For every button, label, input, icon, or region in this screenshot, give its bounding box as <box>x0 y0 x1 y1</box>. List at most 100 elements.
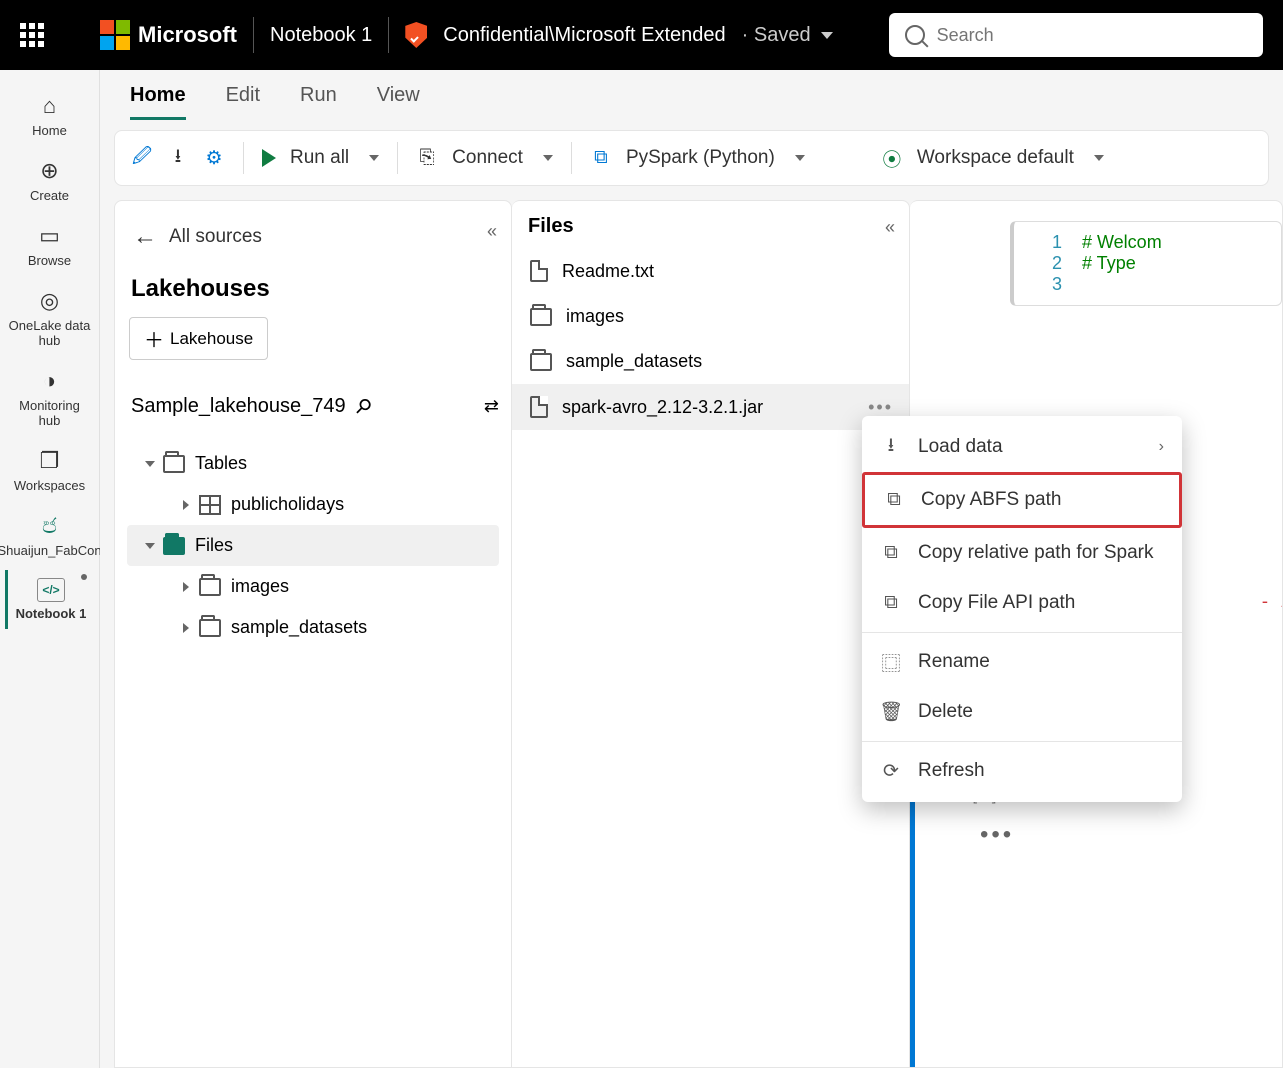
rail-home[interactable]: ⌂Home <box>5 85 95 146</box>
notebook-name[interactable]: Notebook 1 <box>270 24 372 47</box>
ctx-label: Copy File API path <box>918 592 1075 614</box>
tree-files[interactable]: Files <box>127 525 499 566</box>
file-row[interactable]: images <box>512 294 909 339</box>
lakehouse-name: Sample_lakehouse_749 <box>131 395 346 418</box>
code-cell[interactable]: 1# Welcom 2# Type 3 <box>1010 221 1282 306</box>
ctx-label: Refresh <box>918 760 985 782</box>
connect-button[interactable]: ⎘ Connect <box>416 147 553 169</box>
cell-more-icon[interactable]: ••• <box>980 821 1014 849</box>
chevron-icon <box>183 623 189 633</box>
env-icon: ⦿ <box>881 147 903 169</box>
language-label: PySpark (Python) <box>626 147 775 169</box>
toolbar: 🖉 ⭳ ⚙ Run all ⎘ Connect ⧉ PySpark (Pytho… <box>114 130 1269 186</box>
shield-icon <box>405 22 427 48</box>
add-lh-label: Lakehouse <box>170 329 253 349</box>
language-selector[interactable]: ⧉ PySpark (Python) <box>590 147 805 169</box>
tree-folder-item[interactable]: sample_datasets <box>127 607 499 648</box>
file-row[interactable]: Readme.txt <box>512 248 909 294</box>
rail-label: Browse <box>28 253 71 268</box>
tab-run[interactable]: Run <box>300 84 337 120</box>
code-line: # Type <box>1082 253 1141 273</box>
tree-label: Files <box>195 535 233 556</box>
confidentiality-label[interactable]: Confidential\Microsoft Extended <box>443 24 725 47</box>
chevron-down-icon <box>795 155 805 161</box>
ctx-copy-abfs[interactable]: ⧉ Copy ABFS path <box>862 472 1182 528</box>
unsaved-dot-icon <box>81 574 87 580</box>
plus-circle-icon: ⊕ <box>37 158 63 184</box>
play-icon <box>262 149 276 167</box>
save-status[interactable]: · Saved <box>742 24 833 47</box>
code-fragment: - A <box>1259 591 1283 612</box>
app-header: Microsoft Notebook 1 Confidential\Micros… <box>0 0 1283 70</box>
search-input[interactable] <box>937 25 1247 46</box>
file-icon <box>530 396 548 418</box>
folder-icon <box>163 455 185 473</box>
back-label: All sources <box>169 226 262 248</box>
rail-browse[interactable]: ▭Browse <box>5 215 95 276</box>
collapse-icon[interactable]: « <box>885 217 895 238</box>
lakehouse-name-row[interactable]: Sample_lakehouse_749 ⚲ ⇄ <box>131 394 499 419</box>
download-icon[interactable]: ⭳ <box>167 147 189 169</box>
tab-view[interactable]: View <box>377 84 420 120</box>
divider <box>397 142 398 174</box>
divider <box>571 142 572 174</box>
tab-edit[interactable]: Edit <box>226 84 260 120</box>
rail-workspaces[interactable]: ❐Workspaces <box>5 440 95 501</box>
ctx-copy-api[interactable]: ⧉ Copy File API path <box>862 578 1182 628</box>
search-field[interactable] <box>889 13 1263 57</box>
tree-tables[interactable]: Tables <box>127 443 499 484</box>
tree-folder-item[interactable]: images <box>127 566 499 607</box>
tab-home[interactable]: Home <box>130 84 186 120</box>
file-label: images <box>566 306 624 327</box>
code-gear-icon: ⧉ <box>590 147 612 169</box>
more-icon[interactable]: ••• <box>868 397 893 418</box>
onelake-icon: ◎ <box>37 288 63 314</box>
file-label: sample_datasets <box>566 351 702 372</box>
waffle-icon[interactable] <box>20 23 44 47</box>
run-all-button[interactable]: Run all <box>262 147 379 169</box>
rail-label: Notebook 1 <box>16 606 87 621</box>
rail-notebook[interactable]: </> Notebook 1 <box>5 570 95 629</box>
plug-icon: ⎘ <box>416 147 438 169</box>
file-label: Readme.txt <box>562 261 654 282</box>
ribbon-tabs: Home Edit Run View <box>100 70 1283 120</box>
sources-panel: ← All sources « Lakehouses ＋ Lakehouse S… <box>114 200 512 1068</box>
chevron-down-icon <box>821 32 833 39</box>
ctx-rename[interactable]: ⿴ Rename <box>862 637 1182 687</box>
collapse-icon[interactable]: « <box>487 221 497 242</box>
trash-icon: 🗑 <box>880 701 902 723</box>
file-label: spark-avro_2.12-3.2.1.jar <box>562 397 763 418</box>
microsoft-logo[interactable]: Microsoft <box>100 20 237 50</box>
ctx-delete[interactable]: 🗑 Delete <box>862 687 1182 737</box>
file-row[interactable]: sample_datasets <box>512 339 909 384</box>
ctx-load-data[interactable]: ⭳ Load data › <box>862 422 1182 472</box>
add-lakehouse-button[interactable]: ＋ Lakehouse <box>129 317 268 360</box>
file-icon <box>530 260 548 282</box>
ctx-copy-relative[interactable]: ⧉ Copy relative path for Spark <box>862 528 1182 578</box>
ctx-label: Delete <box>918 701 973 723</box>
connect-label: Connect <box>452 147 523 169</box>
rail-label: Shuaijun_FabCon <box>0 543 102 558</box>
rail-label: Workspaces <box>14 478 85 493</box>
settings-icon[interactable]: ⚙ <box>203 147 225 169</box>
environment-selector[interactable]: ⦿ Workspace default <box>881 147 1104 169</box>
lakehouse-tree: Tables publicholidays Files images <box>127 443 499 648</box>
chevron-icon <box>183 500 189 510</box>
rail-monitoring[interactable]: ◑Monitoring hub <box>5 360 95 436</box>
home-icon: ⌂ <box>37 93 63 119</box>
back-all-sources[interactable]: ← All sources <box>127 219 499 255</box>
ctx-refresh[interactable]: ⟳ Refresh <box>862 746 1182 796</box>
rail-user-workspace[interactable]: ෪Shuaijun_FabCon <box>5 505 95 566</box>
rail-create[interactable]: ⊕Create <box>5 150 95 211</box>
pin-icon[interactable]: ⚲ <box>349 392 377 420</box>
file-row-selected[interactable]: spark-avro_2.12-3.2.1.jar ••• <box>512 384 909 430</box>
ctx-label: Copy ABFS path <box>921 489 1061 511</box>
files-title: Files <box>512 215 909 248</box>
swap-icon[interactable]: ⇄ <box>484 396 499 417</box>
save-icon[interactable]: 🖉 <box>131 147 153 169</box>
divider <box>243 142 244 174</box>
env-label: Workspace default <box>917 147 1074 169</box>
tree-table-item[interactable]: publicholidays <box>127 484 499 525</box>
rail-onelake[interactable]: ◎OneLake data hub <box>5 280 95 356</box>
ctx-label: Rename <box>918 651 990 673</box>
